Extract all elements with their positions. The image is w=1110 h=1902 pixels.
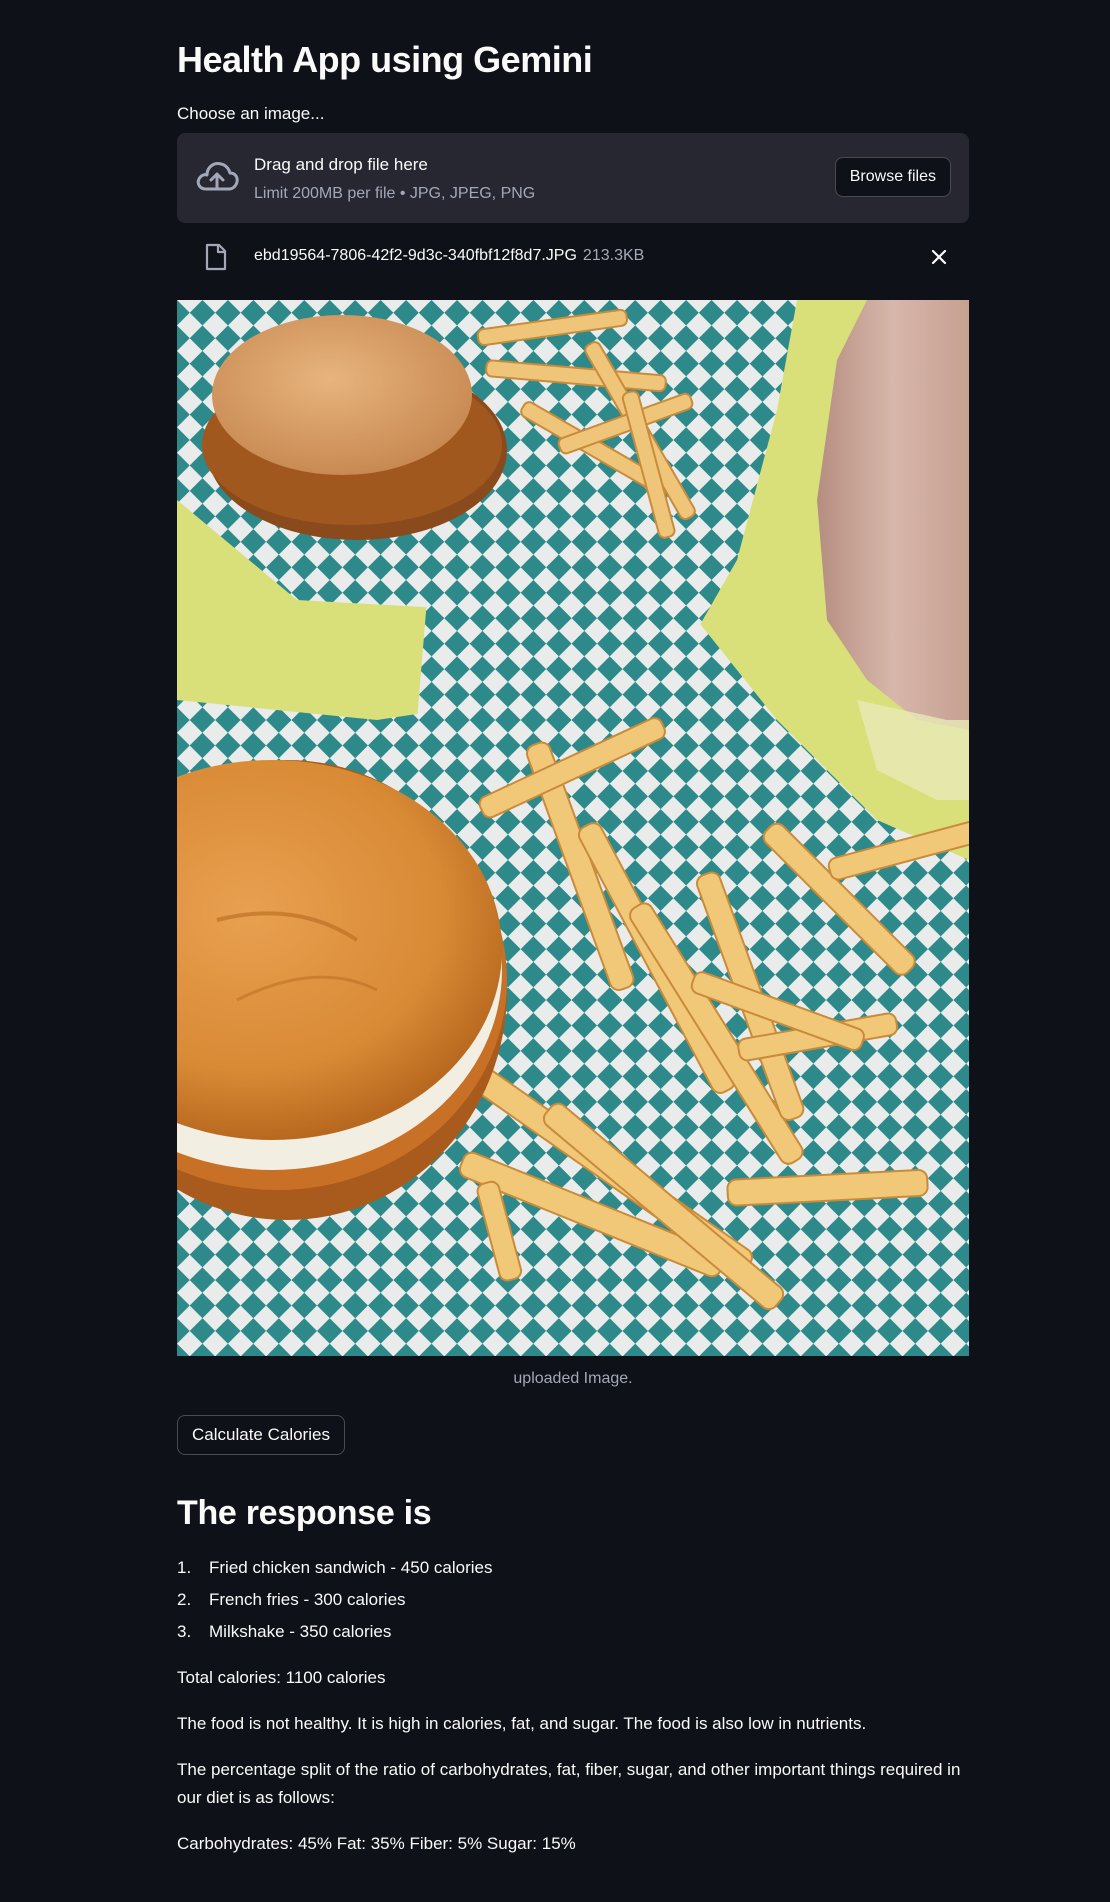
- file-dropzone[interactable]: Drag and drop file here Limit 200MB per …: [177, 133, 969, 223]
- list-text: Milkshake - 350 calories: [209, 1622, 392, 1641]
- total-calories: Total calories: 1100 calories: [177, 1668, 386, 1687]
- file-icon: [205, 243, 227, 271]
- list-text: French fries - 300 calories: [209, 1590, 406, 1609]
- list-number: 2.: [177, 1590, 192, 1609]
- dropzone-limit: Limit 200MB per file • JPG, JPEG, PNG: [254, 185, 536, 202]
- uploaded-image: [177, 300, 969, 1356]
- list-item: 3. Milkshake - 350 calories: [177, 1620, 969, 1652]
- calorie-list: 1. Fried chicken sandwich - 450 calories …: [177, 1556, 969, 1652]
- file-info: ebd19564-7806-42f2-9d3c-340fbf12f8d7.JPG…: [254, 245, 644, 267]
- list-item: 2. French fries - 300 calories: [177, 1588, 969, 1620]
- file-name: ebd19564-7806-42f2-9d3c-340fbf12f8d7.JPG: [254, 247, 577, 264]
- browse-files-button[interactable]: Browse files: [834, 157, 951, 197]
- file-size: 213.3KB: [582, 247, 645, 264]
- food-photo: [177, 300, 969, 1356]
- list-number: 3.: [177, 1622, 192, 1641]
- image-caption: uploaded Image.: [513, 1370, 633, 1387]
- uploaded-file-row: ebd19564-7806-42f2-9d3c-340fbf12f8d7.JPG…: [177, 240, 969, 274]
- page-title: Health App using Gemini: [177, 39, 593, 80]
- dropzone-instructions: Drag and drop file here: [254, 155, 428, 174]
- cloud-upload-icon: [196, 162, 239, 191]
- calculate-calories-button[interactable]: Calculate Calories: [177, 1415, 345, 1455]
- list-text: Fried chicken sandwich - 450 calories: [209, 1558, 493, 1577]
- nutrient-split-values: Carbohydrates: 45% Fat: 35% Fiber: 5% Su…: [177, 1834, 576, 1853]
- health-assessment: The food is not healthy. It is high in c…: [177, 1714, 867, 1733]
- list-item: 1. Fried chicken sandwich - 450 calories: [177, 1556, 969, 1588]
- close-icon[interactable]: [929, 247, 949, 267]
- uploader-label: Choose an image...: [177, 104, 325, 123]
- list-number: 1.: [177, 1558, 192, 1577]
- nutrient-split-intro: The percentage split of the ratio of car…: [177, 1760, 961, 1807]
- response-heading: The response is: [177, 1494, 432, 1532]
- dropzone-text: Drag and drop file here Limit 200MB per …: [254, 153, 535, 206]
